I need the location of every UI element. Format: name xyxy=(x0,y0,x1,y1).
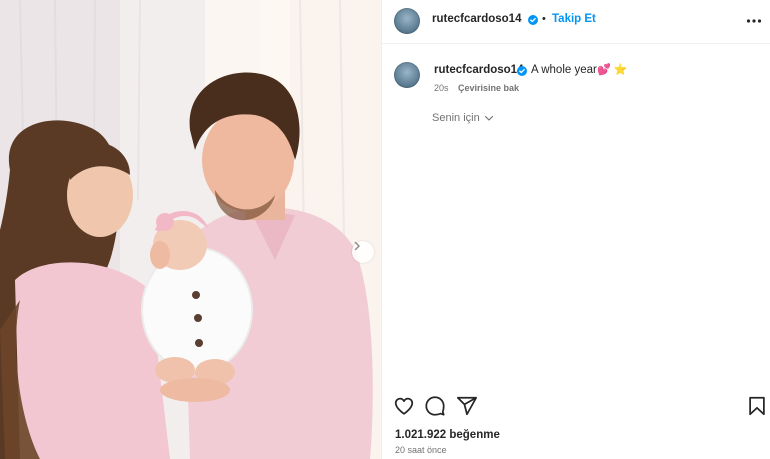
for-you-label: Senin için xyxy=(432,112,480,124)
caption-avatar[interactable] xyxy=(394,62,420,88)
next-image-button[interactable] xyxy=(352,241,374,263)
bookmark-icon[interactable] xyxy=(746,395,768,417)
post-actions-bar xyxy=(382,392,770,420)
caption-username[interactable]: rutecfcardoso14 xyxy=(434,64,523,76)
chevron-down-icon xyxy=(484,115,493,121)
post-timestamp[interactable]: 20 saat önce xyxy=(395,445,447,455)
avatar[interactable] xyxy=(394,8,420,34)
post-photo[interactable] xyxy=(0,0,381,459)
instagram-post-view: rutecfcardoso14 • Takip Et rutecfcardoso… xyxy=(0,0,770,459)
verified-badge-icon xyxy=(528,15,538,25)
header-username[interactable]: rutecfcardoso14 xyxy=(432,13,521,25)
see-translation-link[interactable]: Çevirisine bak xyxy=(458,83,519,93)
family-photo-illustration xyxy=(0,0,381,459)
comment-icon[interactable] xyxy=(424,395,446,417)
verified-badge-icon xyxy=(517,66,527,76)
caption-age: 20s xyxy=(434,83,449,93)
post-header: rutecfcardoso14 • Takip Et xyxy=(382,0,770,44)
like-count[interactable]: 1.021.922 beğenme xyxy=(395,429,500,441)
chevron-right-icon xyxy=(354,241,360,251)
share-icon[interactable] xyxy=(456,395,478,417)
for-you-toggle[interactable]: Senin için xyxy=(432,112,494,124)
heart-icon[interactable] xyxy=(393,395,415,417)
post-side-panel: rutecfcardoso14 • Takip Et rutecfcardoso… xyxy=(381,0,770,459)
follow-button[interactable]: Takip Et xyxy=(552,13,596,25)
more-horizontal-icon[interactable] xyxy=(745,12,763,30)
caption-emojis: 💕 ⭐ xyxy=(597,64,628,76)
caption-text: A whole year xyxy=(531,64,597,76)
separator-dot: • xyxy=(542,13,546,25)
